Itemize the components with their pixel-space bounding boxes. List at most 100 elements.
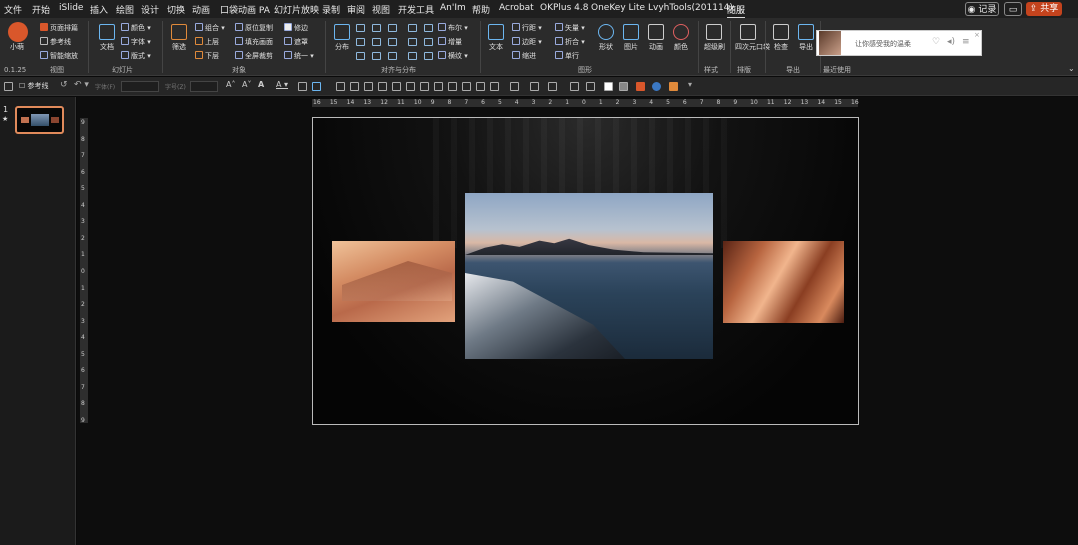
bullets-icon[interactable] <box>298 82 307 91</box>
filter-button[interactable]: 筛选 <box>168 24 190 52</box>
share-button[interactable]: ⇪ 共享 <box>1026 2 1062 16</box>
single-line-button[interactable]: 单行 <box>555 51 579 61</box>
fill-canvas-button[interactable]: 填充画面 <box>235 37 273 47</box>
align-center-icon[interactable] <box>356 38 365 46</box>
menu-draw[interactable]: 绘图 <box>116 3 134 16</box>
animation-button[interactable]: 动画 <box>646 24 666 52</box>
volume-icon[interactable]: ◂) <box>947 37 955 47</box>
v-distribute-icon[interactable] <box>388 38 397 46</box>
align-right-icon[interactable] <box>356 52 365 60</box>
customize-toolbar-icon[interactable]: ▾ <box>688 80 692 89</box>
photo-canyon[interactable] <box>723 241 844 323</box>
four-dimension-pocket-button[interactable]: 四次元口袋 <box>735 24 770 52</box>
align-left-text-icon[interactable] <box>336 82 345 91</box>
collapse-ribbon-icon[interactable]: ⌄ <box>1068 64 1075 73</box>
menu-review[interactable]: 审阅 <box>347 3 365 16</box>
slide-layout-button[interactable]: 版式 ▾ <box>121 51 151 61</box>
check-smart-zoom[interactable]: 智能缩放 <box>40 51 78 61</box>
flip-icon[interactable] <box>408 38 417 46</box>
slide-color-button[interactable]: 颜色 ▾ <box>121 23 151 33</box>
color-button[interactable]: 颜色 <box>671 24 691 52</box>
record-button[interactable]: ◉ 记录 <box>965 2 999 16</box>
photo-coastal-landscape[interactable] <box>465 193 713 359</box>
slide-thumbnail[interactable] <box>15 106 64 134</box>
menu-onekey[interactable]: OneKey Lite <box>591 3 645 13</box>
slide-font-button[interactable]: 字体 ▾ <box>121 37 151 47</box>
text-button[interactable]: 文本 <box>486 24 506 52</box>
menu-okplus[interactable]: OKPlus 4.8 <box>540 3 588 13</box>
bring-forward-button[interactable]: 上层 <box>195 37 219 47</box>
align-bottom-text-icon[interactable] <box>406 82 415 91</box>
menu-pocket-anim[interactable]: 口袋动画 PA <box>220 3 270 16</box>
effects-icon[interactable] <box>530 82 539 91</box>
size-input[interactable] <box>190 81 218 92</box>
distribute-button[interactable]: 分布 <box>332 24 352 52</box>
islide-logo-icon[interactable] <box>8 22 28 42</box>
menu-design[interactable]: 设计 <box>141 3 159 16</box>
pin-toolbar-icon[interactable] <box>4 82 13 91</box>
outline-icon[interactable] <box>510 82 519 91</box>
super-brush-button[interactable]: 超级刷 <box>704 24 725 52</box>
snap-icon[interactable] <box>424 52 433 60</box>
distribute-h-icon[interactable] <box>420 82 429 91</box>
menu-suifu[interactable]: 随服 <box>727 3 746 19</box>
font-color-icon[interactable]: A ▾ <box>276 80 288 89</box>
grid-icon[interactable] <box>408 52 417 60</box>
format-painter-icon[interactable] <box>586 82 595 91</box>
menu-islide[interactable]: iSlide <box>59 3 83 13</box>
menu-home[interactable]: 开始 <box>32 3 50 16</box>
addin-blue-icon[interactable] <box>652 82 661 91</box>
addin-orange-icon[interactable] <box>669 82 678 91</box>
send-backward-button[interactable]: 下层 <box>195 51 219 61</box>
trim-button[interactable]: 修边 <box>284 23 308 33</box>
margin-button[interactable]: 边距 ▾ <box>512 37 542 47</box>
line-spacing-button[interactable]: 行距 ▾ <box>512 23 542 33</box>
pin-icon[interactable] <box>424 38 433 46</box>
vector-button[interactable]: 矢量 ▾ <box>555 23 585 33</box>
menu-lvyhtools[interactable]: LvyhTools(201114) <box>648 3 733 13</box>
small-mode-label[interactable]: 小萌 <box>10 42 24 52</box>
menu-transitions[interactable]: 切换 <box>167 3 185 16</box>
indent-button[interactable]: 缩进 <box>512 51 536 61</box>
align-middle-icon[interactable] <box>372 38 381 46</box>
shape-fill-icon[interactable] <box>312 82 321 91</box>
ungroup-tool-icon[interactable] <box>490 82 499 91</box>
shape-button[interactable]: 形状 <box>596 24 616 52</box>
close-icon[interactable]: × <box>974 31 980 39</box>
picture-button[interactable]: 图片 <box>621 24 641 52</box>
heart-icon[interactable]: ♡ <box>932 37 940 47</box>
align-center-text-icon[interactable] <box>350 82 359 91</box>
eyedropper-icon[interactable] <box>570 82 579 91</box>
slide[interactable] <box>312 117 859 425</box>
copy-in-place-button[interactable]: 原位复制 <box>235 23 273 33</box>
check-button[interactable]: 检查 <box>771 24 791 52</box>
arrange-icon[interactable] <box>548 82 557 91</box>
boolean-button[interactable]: 布尔 ▾ <box>438 23 468 33</box>
align-right-text-icon[interactable] <box>364 82 373 91</box>
menu-anim-tool[interactable]: An'Im <box>440 3 466 13</box>
align-top-icon[interactable] <box>372 24 381 32</box>
font-shrink-icon[interactable]: A˅ <box>242 80 251 89</box>
menu-slideshow[interactable]: 幻灯片放映 <box>274 3 319 16</box>
lock-icon[interactable] <box>424 24 433 32</box>
distribute-v-icon[interactable] <box>434 82 443 91</box>
align-left-icon[interactable] <box>356 24 365 32</box>
comments-button[interactable]: ▭ <box>1004 2 1022 16</box>
bold-icon[interactable]: A <box>258 80 264 89</box>
crop-tool-icon[interactable] <box>462 82 471 91</box>
guides-toggle[interactable]: ☐ 参考线 <box>19 81 49 91</box>
pattern-button[interactable]: 横纹 ▾ <box>438 51 468 61</box>
white-swatch-icon[interactable] <box>604 82 613 91</box>
menu-view[interactable]: 视图 <box>372 3 390 16</box>
menu-file[interactable]: 文件 <box>4 3 22 16</box>
menu-acrobat[interactable]: Acrobat <box>499 3 534 13</box>
gray-swatch-icon[interactable] <box>619 82 628 91</box>
match-size-icon[interactable] <box>388 52 397 60</box>
font-grow-icon[interactable]: A˄ <box>226 80 235 89</box>
menu-animations[interactable]: 动画 <box>192 3 210 16</box>
group-tool-icon[interactable] <box>476 82 485 91</box>
check-page-layout[interactable]: 页面排篇 <box>40 23 78 33</box>
font-input[interactable] <box>121 81 159 92</box>
menu-developer[interactable]: 开发工具 <box>398 3 434 16</box>
undo-icon[interactable]: ↺ <box>60 80 68 90</box>
